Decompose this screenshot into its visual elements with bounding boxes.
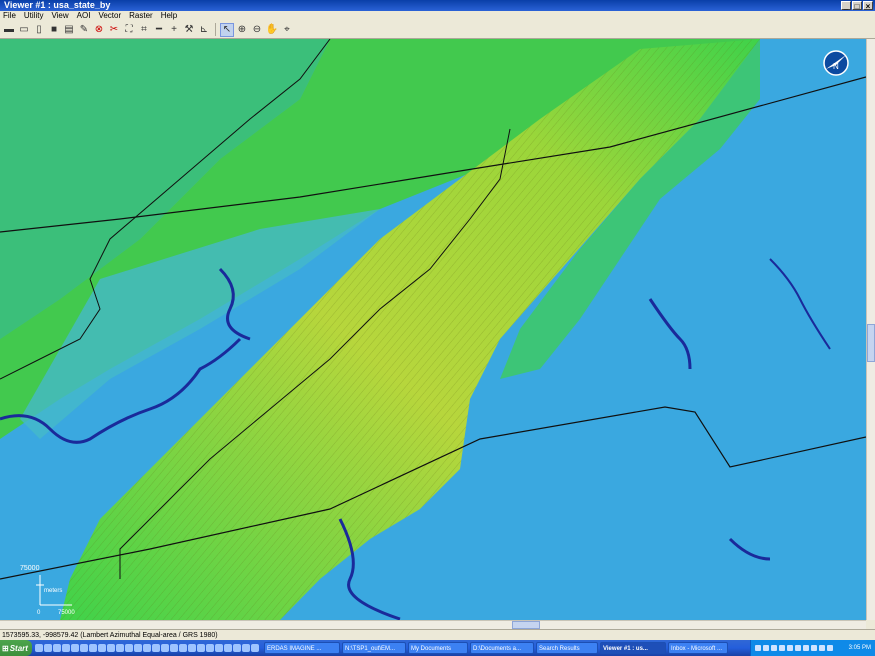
quick-launch-icon[interactable] <box>206 644 214 652</box>
task-viewer[interactable]: Viewer #1 : us... <box>600 642 666 654</box>
zoom-in-icon[interactable]: ⊕ <box>235 23 249 37</box>
tray-icon[interactable] <box>795 645 801 651</box>
start-label: Start <box>9 643 28 653</box>
task-inbox[interactable]: Inbox - Microsoft ... <box>668 642 728 654</box>
menu-raster[interactable]: Raster <box>129 11 153 21</box>
menu-bar: File Utility View AOI Vector Raster Help <box>0 11 875 21</box>
quick-launch-icon[interactable] <box>71 644 79 652</box>
inquire-icon[interactable]: ⌖ <box>280 23 294 37</box>
maximize-button[interactable]: □ <box>852 1 862 11</box>
task-documents[interactable]: D:\Documents a... <box>470 642 534 654</box>
quick-launch-icon[interactable] <box>233 644 241 652</box>
horizontal-scrollbar[interactable] <box>0 620 866 629</box>
north-arrow-label: N <box>833 62 839 71</box>
clock: 3:05 PM <box>848 645 871 651</box>
quick-launch-icon[interactable] <box>53 644 61 652</box>
scale-top-label: 75000 <box>20 565 40 572</box>
task-erdas[interactable]: ERDAS IMAGINE ... <box>264 642 340 654</box>
vertical-scrollbar[interactable] <box>866 39 875 620</box>
task-search-results[interactable]: Search Results <box>536 642 598 654</box>
crosshair-icon[interactable]: + <box>167 23 181 37</box>
start-button[interactable]: ⊞ Start <box>0 640 32 656</box>
task-my-documents[interactable]: My Documents <box>408 642 468 654</box>
tray-icon[interactable] <box>755 645 761 651</box>
quick-launch-icon[interactable] <box>179 644 187 652</box>
quick-launch-icon[interactable] <box>62 644 70 652</box>
window-title: Viewer #1 : usa_state_by <box>4 0 111 10</box>
tray-icon[interactable] <box>771 645 777 651</box>
quick-launch-icon[interactable] <box>107 644 115 652</box>
stop-icon[interactable]: ⊗ <box>92 23 106 37</box>
zoom-out-icon[interactable]: ⊖ <box>250 23 264 37</box>
delete-icon[interactable]: ✂ <box>107 23 121 37</box>
tray-icon[interactable] <box>803 645 809 651</box>
quick-launch-icon[interactable] <box>125 644 133 652</box>
quick-launch-icon[interactable] <box>44 644 52 652</box>
quick-launch-icon[interactable] <box>188 644 196 652</box>
save-icon[interactable]: ■ <box>47 23 61 37</box>
menu-vector[interactable]: Vector <box>98 11 121 21</box>
minimize-button[interactable]: _ <box>841 1 851 11</box>
map-viewer[interactable]: N 75000 meters 0 75000 <box>0 39 866 620</box>
horizontal-scroll-thumb[interactable] <box>512 621 540 629</box>
quick-launch-icon[interactable] <box>116 644 124 652</box>
menu-view[interactable]: View <box>51 11 68 21</box>
tray-icon[interactable] <box>779 645 785 651</box>
select-arrow-icon[interactable]: ↖ <box>220 22 234 37</box>
north-arrow-icon: N <box>823 50 849 76</box>
zoom-box-icon[interactable]: ⌗ <box>137 23 151 37</box>
quick-launch-icon[interactable] <box>251 644 259 652</box>
tray-icon[interactable] <box>763 645 769 651</box>
scale-units-label: meters <box>44 588 62 594</box>
pan-hand-icon[interactable]: ✋ <box>265 23 279 37</box>
tray-icon[interactable] <box>811 645 817 651</box>
print-icon[interactable]: ▤ <box>62 23 76 37</box>
quick-launch-icon[interactable] <box>35 644 43 652</box>
toolbar: ▬ ▭ ▯ ■ ▤ ✎ ⊗ ✂ ⛶ ⌗ ━ + ⚒ ⊾ ↖ ⊕ ⊖ ✋ ⌖ <box>0 21 875 39</box>
fit-to-frame-icon[interactable]: ⛶ <box>122 23 136 37</box>
graph-icon[interactable]: ⊾ <box>197 23 211 37</box>
quick-launch-icon[interactable] <box>98 644 106 652</box>
quick-launch-icon[interactable] <box>143 644 151 652</box>
quick-launch-icon[interactable] <box>215 644 223 652</box>
open-layer-icon[interactable]: ▭ <box>17 23 31 37</box>
quick-launch-icon[interactable] <box>242 644 250 652</box>
quick-launch-icon[interactable] <box>224 644 232 652</box>
system-tray: 3:05 PM <box>750 640 875 656</box>
menu-aoi[interactable]: AOI <box>77 11 91 21</box>
quick-launch <box>32 644 262 652</box>
quick-launch-icon[interactable] <box>89 644 97 652</box>
tray-icon[interactable] <box>819 645 825 651</box>
windows-logo-icon: ⊞ <box>2 643 9 653</box>
hammer-icon[interactable]: ⚒ <box>182 23 196 37</box>
toolbar-separator <box>215 23 216 36</box>
open-folder-icon[interactable]: ▬ <box>2 23 16 37</box>
taskbar: ⊞ Start ERDAS IMAGINE ... N:\TSP1_out\EM.… <box>0 640 875 656</box>
tray-icon[interactable] <box>787 645 793 651</box>
coordinate-readout: 1573595.33, -998579.42 (Lambert Azimutha… <box>2 632 218 639</box>
quick-launch-icon[interactable] <box>197 644 205 652</box>
scroll-corner <box>866 620 875 629</box>
menu-utility[interactable]: Utility <box>24 11 44 21</box>
task-folder-out[interactable]: N:\TSP1_out\EM... <box>342 642 406 654</box>
tray-icon[interactable] <box>827 645 833 651</box>
close-button[interactable]: × <box>863 1 873 11</box>
clear-icon[interactable]: ✎ <box>77 23 91 37</box>
title-bar: Viewer #1 : usa_state_by _ □ × <box>0 0 875 11</box>
window-controls: _ □ × <box>841 0 873 11</box>
terrain-map[interactable]: N 75000 meters 0 75000 <box>0 39 866 620</box>
quick-launch-icon[interactable] <box>170 644 178 652</box>
menu-file[interactable]: File <box>3 11 16 21</box>
quick-launch-icon[interactable] <box>134 644 142 652</box>
quick-launch-icon[interactable] <box>161 644 169 652</box>
quick-launch-icon[interactable] <box>80 644 88 652</box>
scale-max-label: 75000 <box>58 610 75 616</box>
status-bar: 1573595.33, -998579.42 (Lambert Azimutha… <box>0 629 875 640</box>
close-layer-icon[interactable]: ▯ <box>32 23 46 37</box>
vertical-scroll-thumb[interactable] <box>867 324 875 362</box>
quick-launch-icon[interactable] <box>152 644 160 652</box>
menu-help[interactable]: Help <box>161 11 177 21</box>
minus-icon[interactable]: ━ <box>152 23 166 37</box>
